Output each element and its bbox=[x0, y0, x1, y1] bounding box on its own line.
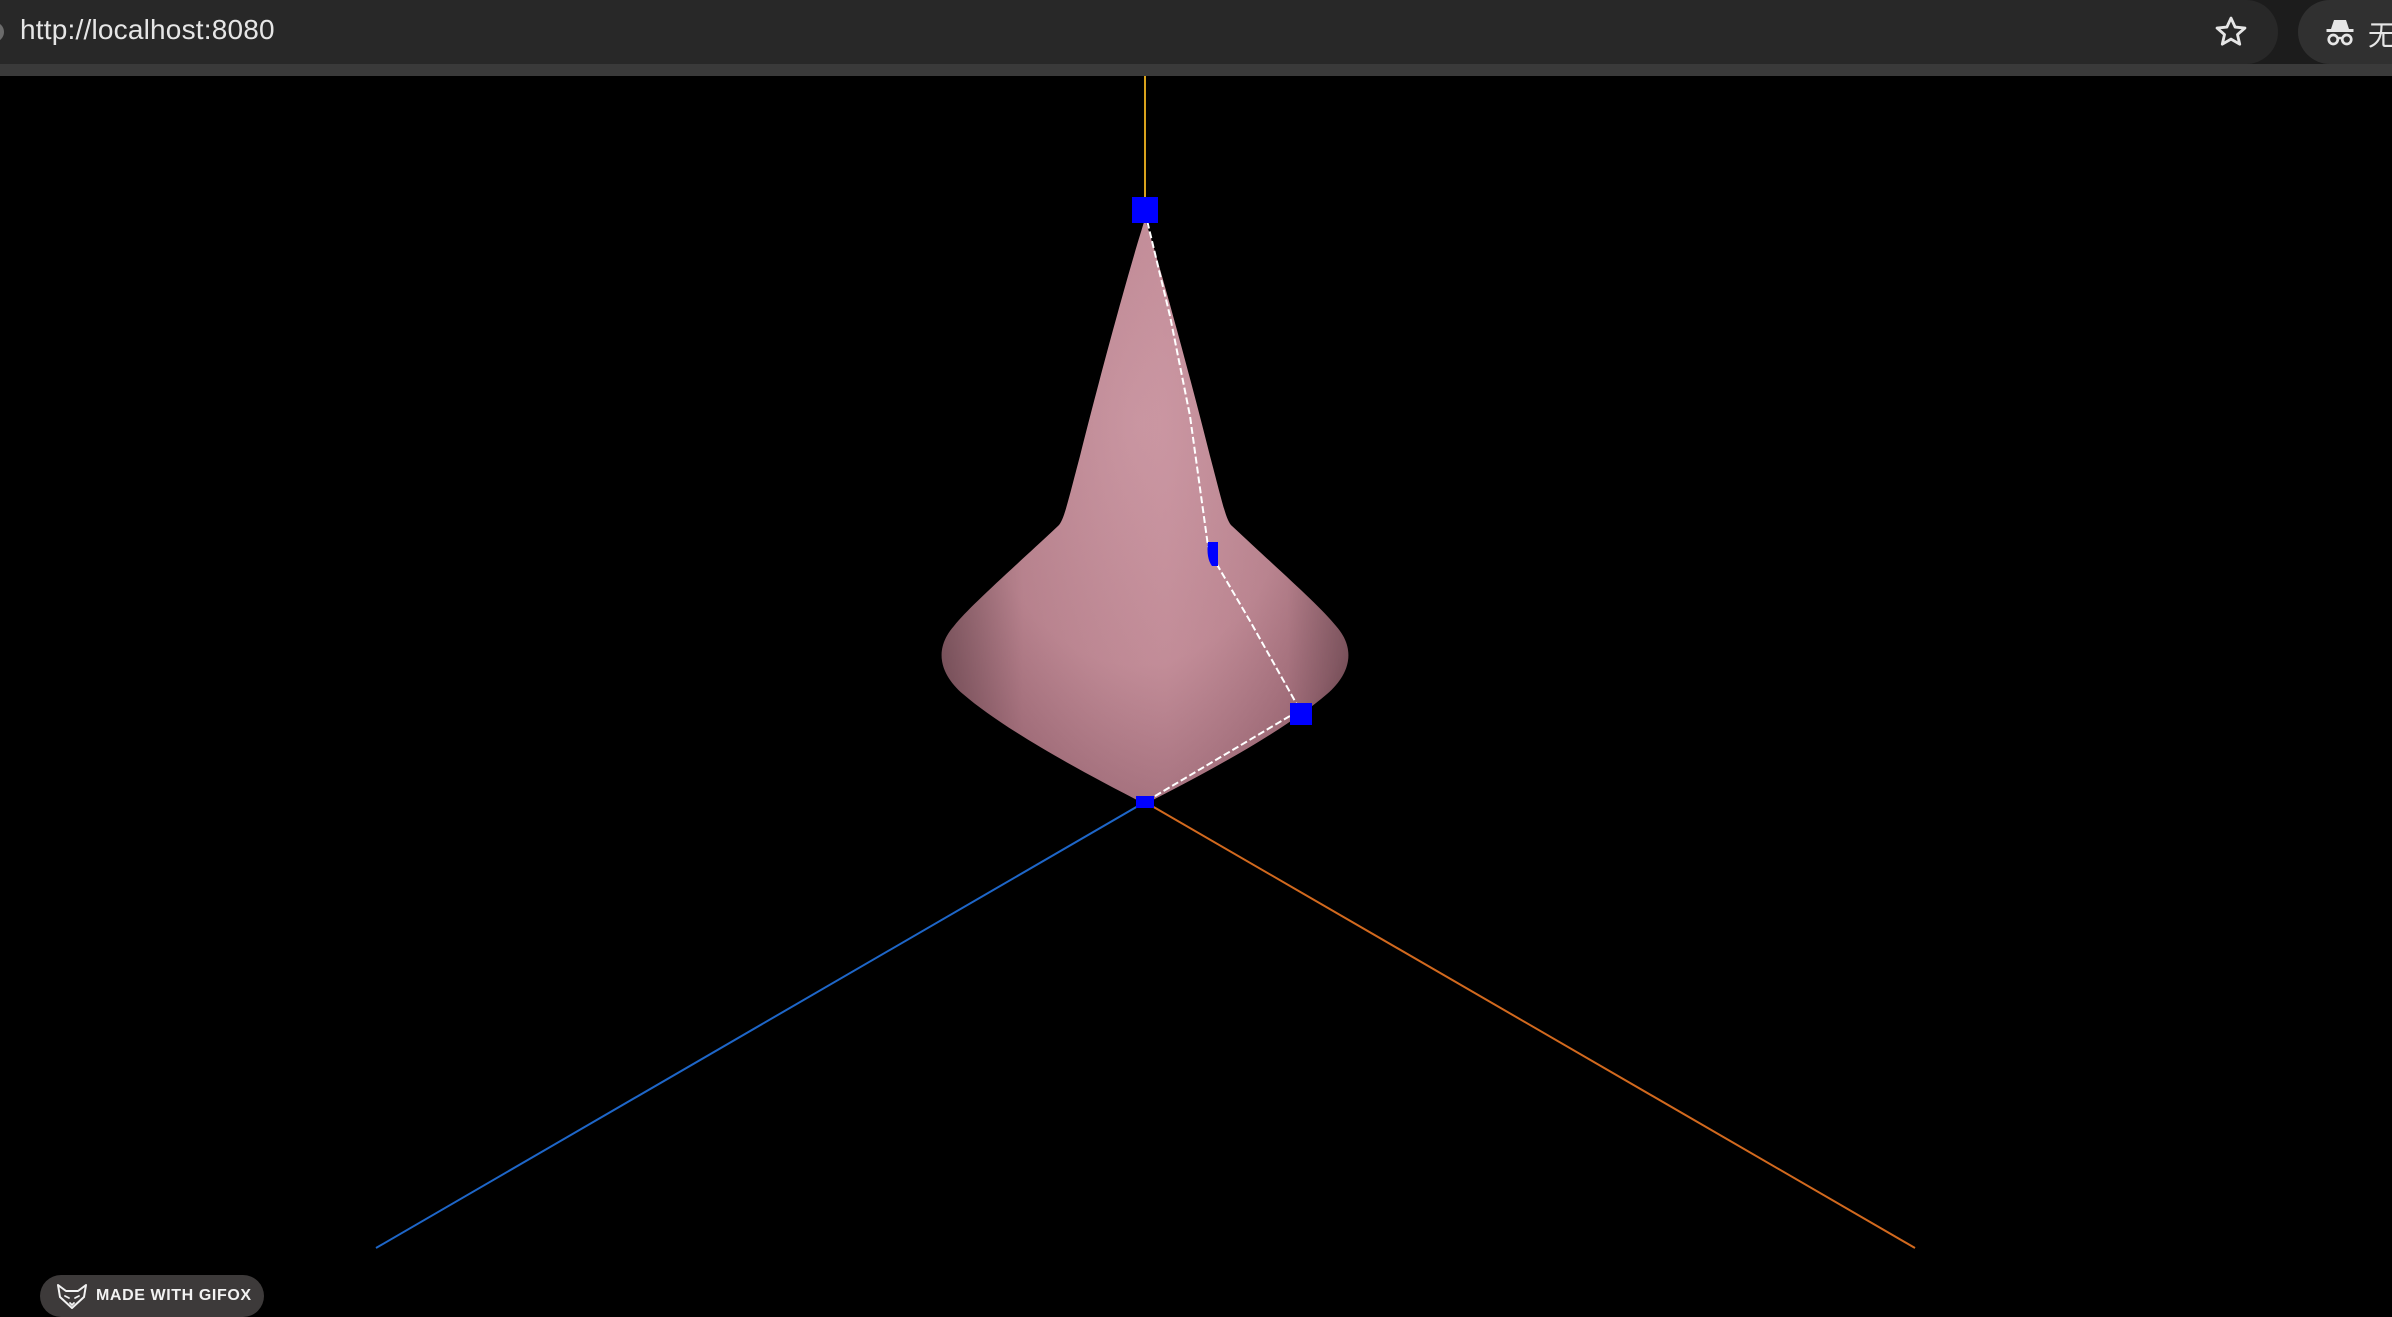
surface-shading bbox=[941, 219, 1349, 804]
browser-toolbar: http://localhost:8080 无 bbox=[0, 0, 2392, 76]
profile-label: 无 bbox=[2368, 20, 2392, 51]
toolbar-divider bbox=[0, 64, 2392, 76]
3d-scene bbox=[375, 76, 1916, 1249]
incognito-icon bbox=[2326, 20, 2354, 46]
site-info-indicator[interactable] bbox=[0, 22, 4, 42]
z-axis-line bbox=[1144, 801, 1916, 1249]
control-point-top[interactable] bbox=[1132, 197, 1158, 223]
address-bar[interactable]: http://localhost:8080 bbox=[0, 0, 2278, 64]
url-text[interactable]: http://localhost:8080 bbox=[20, 14, 275, 46]
control-point-right[interactable] bbox=[1290, 703, 1312, 725]
star-icon[interactable] bbox=[2212, 13, 2250, 51]
fox-icon bbox=[57, 1284, 87, 1309]
profile-button[interactable]: 无 bbox=[2298, 0, 2392, 64]
gifox-label: MADE WITH GIFOX bbox=[96, 1287, 252, 1304]
x-axis-line bbox=[375, 801, 1146, 1249]
gifox-watermark[interactable]: MADE WITH GIFOX bbox=[40, 1275, 264, 1317]
control-point-bottom[interactable] bbox=[1136, 796, 1154, 808]
webgl-canvas[interactable]: MADE WITH GIFOX bbox=[0, 76, 2392, 1317]
